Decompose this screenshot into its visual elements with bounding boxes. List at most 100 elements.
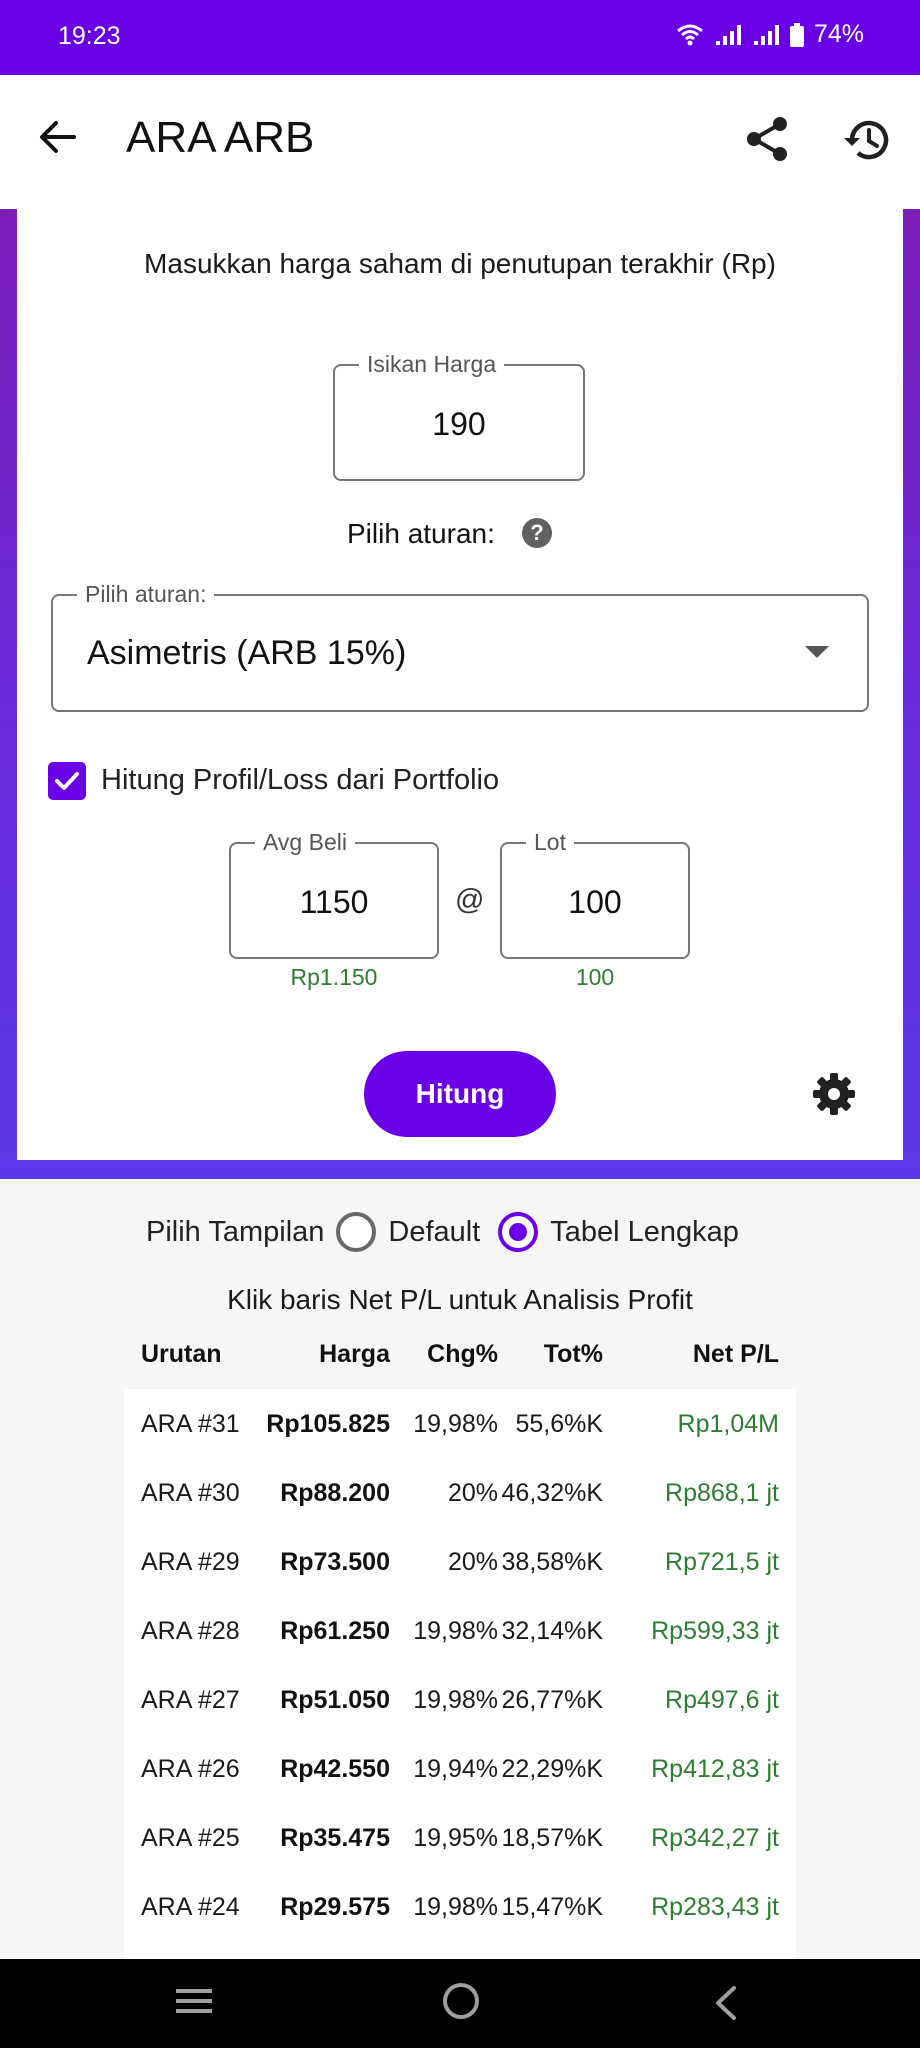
history-icon[interactable] (842, 115, 892, 165)
cell-total: 55,6%K (515, 1410, 603, 1438)
lot-input[interactable]: Lot 100 (500, 829, 690, 959)
price-input-label: Isikan Harga (359, 351, 505, 378)
cell-net-pl[interactable]: Rp283,43 jt (651, 1893, 779, 1922)
cell-total: 15,47%K (501, 1893, 603, 1921)
signal-icon (715, 24, 741, 45)
cell-change: 20% (447, 1479, 498, 1507)
table-row[interactable]: ARA #31 Rp105.825 19,98% 55,6%K Rp1,04M (124, 1389, 796, 1458)
gear-icon[interactable] (812, 1072, 856, 1116)
radio-default[interactable] (336, 1212, 377, 1252)
cell-price: Rp88.200 (280, 1479, 390, 1507)
table-row[interactable]: ARA #29 Rp73.500 20% 38,58%K Rp721,5 jt (124, 1527, 796, 1596)
battery-level: 74% (813, 20, 864, 48)
avg-buy-value: 1150 (299, 884, 369, 920)
radio-default-label[interactable]: Default (388, 1216, 480, 1249)
system-navigation-bar (0, 1959, 920, 2048)
nav-back-icon[interactable] (710, 1985, 740, 2021)
view-label: Pilih Tampilan (146, 1215, 325, 1248)
cell-order: ARA #27 (141, 1686, 240, 1714)
page-title: ARA ARB (126, 113, 315, 162)
portfolio-checkbox[interactable] (48, 762, 86, 800)
cell-net-pl[interactable]: Rp342,27 jt (651, 1824, 779, 1853)
lot-helper: 100 (575, 964, 615, 990)
cell-order: ARA #25 (141, 1824, 240, 1852)
cell-price: Rp42.550 (280, 1755, 390, 1783)
cell-order: ARA #28 (141, 1617, 240, 1645)
cell-change: 19,98% (413, 1617, 498, 1645)
back-arrow-icon[interactable] (36, 115, 80, 159)
battery-icon (789, 22, 804, 47)
instruction-text: Masukkan harga saham di penutupan terakh… (144, 248, 776, 279)
home-icon[interactable] (443, 1983, 479, 2019)
app-bar: ARA ARB (0, 75, 920, 209)
cell-order: ARA #24 (141, 1893, 240, 1921)
table-header: Urutan Harga Chg% Tot% Net P/L (124, 1340, 796, 1380)
table-hint: Klik baris Net P/L untuk Analisis Profit (227, 1284, 693, 1315)
price-input-value: 190 (432, 406, 486, 442)
header-price: Harga (319, 1340, 390, 1368)
rule-dropdown-value: Asimetris (ARB 15%) (87, 634, 407, 672)
table-row[interactable]: ARA #24 Rp29.575 19,98% 15,47%K Rp283,43… (124, 1872, 796, 1941)
cell-price: Rp29.575 (280, 1893, 390, 1921)
cell-net-pl[interactable]: Rp497,6 jt (665, 1686, 779, 1715)
portfolio-checkbox-label[interactable]: Hitung Profil/Loss dari Portfolio (101, 764, 499, 797)
rule-prompt: Pilih aturan: (347, 518, 495, 549)
avg-buy-input[interactable]: Avg Beli 1150 (229, 829, 439, 959)
cell-price: Rp73.500 (280, 1548, 390, 1576)
at-symbol: @ (455, 884, 485, 916)
calculate-button[interactable]: Hitung (364, 1051, 556, 1137)
header-net-pl: Net P/L (692, 1340, 779, 1368)
lot-value: 100 (568, 884, 622, 920)
share-icon[interactable] (744, 115, 792, 163)
cell-total: 26,77%K (501, 1686, 603, 1714)
cell-total: 18,57%K (501, 1824, 603, 1852)
cell-total: 46,32%K (501, 1479, 603, 1507)
cell-net-pl[interactable]: Rp868,1 jt (665, 1479, 779, 1508)
table-row[interactable]: ARA #28 Rp61.250 19,98% 32,14%K Rp599,33… (124, 1596, 796, 1665)
table-row[interactable]: ARA #27 Rp51.050 19,98% 26,77%K Rp497,6 … (124, 1665, 796, 1734)
cell-net-pl[interactable]: Rp412,83 jt (651, 1755, 779, 1784)
price-input[interactable]: Isikan Harga 190 (333, 351, 585, 481)
cell-change: 19,98% (413, 1410, 498, 1438)
avg-buy-label: Avg Beli (255, 829, 355, 856)
status-bar: 19:23 74% (0, 0, 920, 75)
cell-price: Rp35.475 (280, 1824, 390, 1852)
header-order: Urutan (141, 1340, 222, 1368)
view-selector: Pilih Tampilan Default Tabel Lengkap (146, 1210, 739, 1254)
rule-dropdown-label: Pilih aturan: (77, 581, 215, 608)
cell-total: 22,29%K (501, 1755, 603, 1783)
radio-full-table[interactable] (498, 1212, 539, 1252)
cell-order: ARA #30 (141, 1479, 240, 1507)
cell-net-pl[interactable]: Rp599,33 jt (651, 1617, 779, 1646)
cell-net-pl[interactable]: Rp721,5 jt (665, 1548, 779, 1577)
system-icons: 74% (676, 20, 864, 49)
cell-price: Rp51.050 (280, 1686, 390, 1714)
lot-label: Lot (526, 829, 574, 856)
table-body: ARA #31 Rp105.825 19,98% 55,6%K Rp1,04M … (124, 1389, 796, 1959)
cell-change: 19,94% (413, 1755, 498, 1783)
cell-order: ARA #29 (141, 1548, 240, 1576)
check-icon (55, 772, 79, 790)
recent-apps-icon[interactable] (174, 1986, 214, 2016)
dropdown-caret-icon (805, 646, 829, 658)
table-row[interactable]: ARA #26 Rp42.550 19,94% 22,29%K Rp412,83… (124, 1734, 796, 1803)
wifi-icon (676, 24, 703, 45)
table-row[interactable]: ARA #30 Rp88.200 20% 46,32%K Rp868,1 jt (124, 1458, 796, 1527)
table-row[interactable]: ARA #25 Rp35.475 19,95% 18,57%K Rp342,27… (124, 1803, 796, 1872)
cell-change: 19,98% (413, 1893, 498, 1921)
cell-change: 19,98% (413, 1686, 498, 1714)
cell-total: 32,14%K (501, 1617, 603, 1645)
cell-change: 19,95% (413, 1824, 498, 1852)
cell-order: ARA #31 (141, 1410, 240, 1438)
rule-dropdown[interactable]: Pilih aturan: Asimetris (ARB 15%) (51, 581, 869, 712)
radio-full-table-label[interactable]: Tabel Lengkap (550, 1216, 739, 1249)
cell-net-pl[interactable]: Rp1,04M (678, 1410, 779, 1439)
avg-buy-helper: Rp1.150 (290, 964, 378, 990)
help-icon[interactable]: ? (522, 518, 552, 548)
header-change: Chg% (427, 1340, 498, 1368)
cell-total: 38,58%K (501, 1548, 603, 1576)
status-time: 19:23 (58, 22, 121, 50)
cell-order: ARA #26 (141, 1755, 240, 1783)
cell-change: 20% (447, 1548, 498, 1576)
cell-price: Rp61.250 (280, 1617, 390, 1645)
